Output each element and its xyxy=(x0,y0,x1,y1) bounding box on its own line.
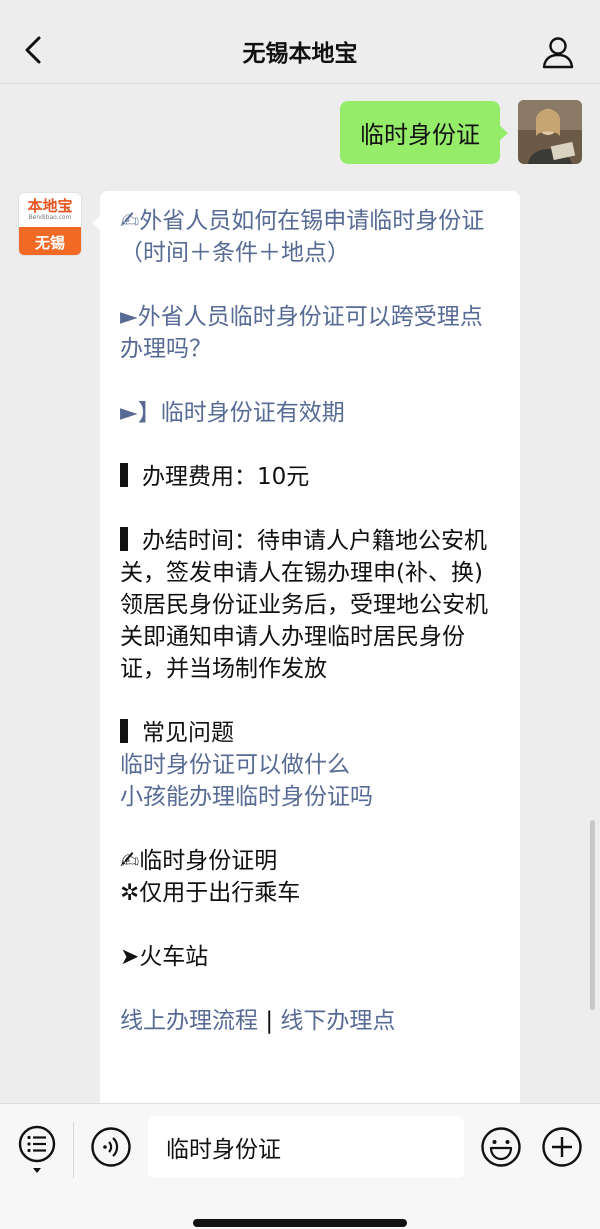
voice-button[interactable] xyxy=(90,1126,132,1168)
avatar-city: 无锡 xyxy=(19,227,81,255)
emoji-icon xyxy=(481,1127,521,1167)
link-cross-location[interactable]: ►外省人员临时身份证可以跨受理点办理吗？ xyxy=(120,301,500,365)
emoji-button[interactable] xyxy=(480,1126,522,1168)
user-message-text: 临时身份证 xyxy=(360,121,480,149)
person-icon xyxy=(542,37,574,69)
block-marker xyxy=(120,719,128,743)
profile-button[interactable] xyxy=(540,34,576,70)
scrollbar[interactable] xyxy=(590,820,595,1010)
separator: | xyxy=(265,1008,274,1034)
link-faq-uses[interactable]: 临时身份证可以做什么 xyxy=(120,749,500,781)
fee-text: 办理费用：10元 xyxy=(120,461,500,493)
processing-time-text: 办结时间：待申请人户籍地公安机关，签发申请人在锡办理申(补、换)领居民身份证业务… xyxy=(120,527,488,682)
top-bar: 无锡本地宝 xyxy=(0,0,600,84)
user-message-bubble[interactable]: 临时身份证 xyxy=(340,101,508,164)
home-indicator[interactable] xyxy=(193,1219,407,1227)
page-title: 无锡本地宝 xyxy=(242,41,358,67)
bot-message-bubble: ✍外省人员如何在锡申请临时身份证（时间＋条件＋地点） ►外省人员临时身份证可以跨… xyxy=(92,191,520,1111)
user-avatar[interactable] xyxy=(518,100,582,164)
link-offline-location[interactable]: 线下办理点 xyxy=(280,1008,395,1034)
list-menu-icon xyxy=(18,1125,56,1173)
message-input[interactable]: 临时身份证 xyxy=(148,1116,464,1178)
proof-note: ✲仅用于出行乘车 xyxy=(120,880,301,906)
faq-section: 常见问题 临时身份证可以做什么 小孩能办理临时身份证吗 xyxy=(120,717,500,813)
link-validity[interactable]: ►】临时身份证有效期 xyxy=(120,397,500,429)
bot-avatar[interactable]: 本地宝 Bendibao.com 无锡 xyxy=(18,192,82,256)
block-marker xyxy=(120,527,128,551)
divider xyxy=(73,1122,74,1178)
proof-title: ✍临时身份证明 xyxy=(120,848,278,874)
input-bar: 临时身份证 xyxy=(0,1103,600,1229)
avatar-url: Bendibao.com xyxy=(28,214,72,221)
more-button[interactable] xyxy=(541,1126,583,1168)
process-links: 线上办理流程 | 线下办理点 xyxy=(120,1005,500,1037)
link-faq-children[interactable]: 小孩能办理临时身份证吗 xyxy=(120,781,500,813)
plus-icon xyxy=(542,1127,582,1167)
station-text: ➤火车站 xyxy=(120,944,209,970)
menu-button[interactable] xyxy=(16,1124,58,1176)
input-text: 临时身份证 xyxy=(166,1137,281,1163)
block-marker xyxy=(120,463,128,487)
faq-title: 常见问题 xyxy=(120,717,500,749)
link-online-process[interactable]: 线上办理流程 xyxy=(120,1008,258,1034)
user-photo xyxy=(518,100,582,164)
proof-section: ✍临时身份证明 ✲仅用于出行乘车 xyxy=(120,845,500,909)
avatar-brand: 本地宝 xyxy=(27,197,73,215)
voice-icon xyxy=(91,1127,131,1167)
link-apply-temp-id[interactable]: ✍外省人员如何在锡申请临时身份证（时间＋条件＋地点） xyxy=(120,205,500,269)
